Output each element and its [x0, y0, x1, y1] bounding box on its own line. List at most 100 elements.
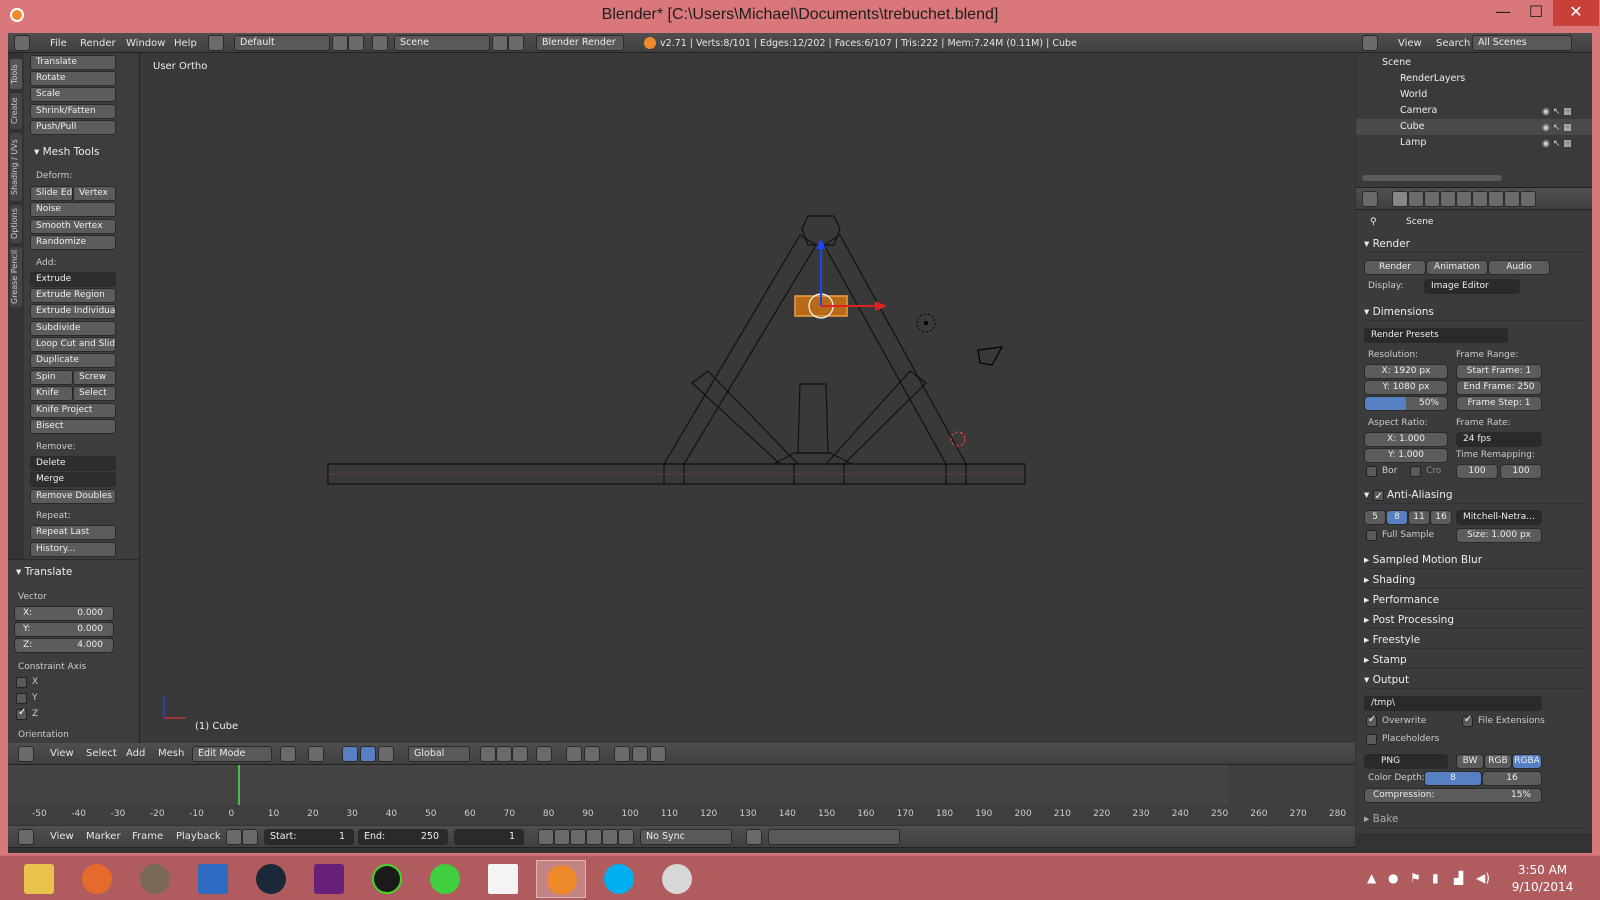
display-dropdown[interactable]: Image Editor	[1424, 279, 1520, 294]
vertex-slide-button[interactable]: Vertex	[73, 186, 116, 201]
eye-icon[interactable]: ◉ ↖ ▦	[1542, 123, 1572, 133]
tray-up-icon[interactable]: ▲	[1367, 871, 1376, 885]
depth-16-button[interactable]: 16	[1482, 771, 1542, 786]
rotate-manipulator-icon[interactable]	[378, 746, 394, 762]
layout-field[interactable]: Default	[234, 35, 330, 51]
full-sample-checkbox[interactable]	[1366, 530, 1377, 541]
firefox-icon[interactable]	[72, 860, 122, 898]
orientation-dropdown[interactable]: Global	[408, 746, 470, 762]
output-header[interactable]: ▾ Output	[1364, 671, 1584, 689]
knife-project-button[interactable]: Knife Project	[30, 403, 116, 418]
menu-select[interactable]: Select	[86, 748, 117, 759]
fps-dropdown[interactable]: 24 fps	[1456, 432, 1542, 447]
extrude-dropdown[interactable]: Extrude	[30, 272, 116, 287]
res-x-field[interactable]: X: 1920 px	[1364, 364, 1448, 379]
clock[interactable]: 3:50 AM 9/10/2014	[1500, 862, 1585, 896]
maximize-button[interactable]: ☐	[1519, 0, 1553, 26]
next-key-icon[interactable]	[602, 829, 618, 845]
pin-icon[interactable]: ⚲	[1370, 217, 1377, 227]
jump-end-icon[interactable]	[618, 829, 634, 845]
render-layers-tab-icon[interactable]	[1408, 191, 1424, 207]
current-frame-field[interactable]: 1	[454, 829, 524, 845]
file-explorer-icon[interactable]	[14, 860, 64, 898]
data-tab-icon[interactable]	[1488, 191, 1504, 207]
history-button[interactable]: History...	[30, 542, 116, 557]
operator-header[interactable]: ▾ Translate	[16, 566, 72, 578]
remap-old-field[interactable]: 100	[1456, 464, 1498, 479]
power-icon[interactable]: ▮	[1432, 871, 1439, 885]
rgba-button[interactable]: RGBA	[1512, 754, 1542, 769]
remove-doubles-button[interactable]: Remove Doubles	[30, 489, 116, 504]
menu-mesh[interactable]: Mesh	[158, 748, 184, 759]
res-y-field[interactable]: Y: 1080 px	[1364, 380, 1448, 395]
overwrite-checkbox[interactable]	[1366, 714, 1377, 727]
vertex-select-icon[interactable]	[480, 746, 496, 762]
render-anim-icon[interactable]	[632, 746, 648, 762]
render-tab-icon[interactable]	[1392, 191, 1408, 207]
world-tab-icon[interactable]	[1440, 191, 1456, 207]
render-engine-dropdown[interactable]: Blender Render	[536, 35, 624, 51]
info-editor-icon[interactable]	[14, 35, 30, 51]
vector-z-field[interactable]: Z: 4.000	[14, 638, 114, 653]
menu-file[interactable]: File	[50, 38, 67, 49]
jump-start-icon[interactable]	[538, 829, 554, 845]
snap-icon[interactable]	[566, 746, 582, 762]
spin-button[interactable]: Spin	[30, 370, 73, 385]
tab-create[interactable]: Create	[10, 93, 22, 129]
repeat-last-button[interactable]: Repeat Last	[30, 525, 116, 540]
menu-frame[interactable]: Frame	[132, 831, 163, 842]
menu-marker[interactable]: Marker	[86, 831, 121, 842]
play-icon[interactable]	[586, 829, 602, 845]
tab-options[interactable]: Options	[10, 205, 22, 243]
remove-scene-icon[interactable]	[508, 35, 524, 51]
layout-icon[interactable]	[208, 35, 224, 51]
render-panel-header[interactable]: ▾ Render	[1364, 235, 1584, 253]
playhead[interactable]	[238, 765, 240, 805]
outliner-scrollbar[interactable]	[1362, 175, 1502, 181]
play-reverse-icon[interactable]	[570, 829, 586, 845]
filter-size-field[interactable]: Size: 1.000 px	[1456, 528, 1542, 543]
scene-tab-icon[interactable]	[1424, 191, 1440, 207]
freestyle-header[interactable]: ▸ Freestyle	[1364, 631, 1584, 649]
aa-sample-5[interactable]: 5	[1364, 510, 1386, 525]
cloud-icon[interactable]	[420, 860, 470, 898]
shading-header[interactable]: ▸ Shading	[1364, 571, 1584, 589]
animation-button[interactable]: Animation	[1426, 260, 1488, 275]
loop-cut-button[interactable]: Loop Cut and Slide	[30, 337, 116, 352]
editor-type-icon[interactable]	[18, 746, 34, 762]
paint-icon[interactable]	[652, 860, 702, 898]
compression-slider[interactable]: Compression: 15%	[1364, 788, 1542, 803]
outliner-world[interactable]: World	[1356, 87, 1592, 103]
bake-header[interactable]: ▸ Bake	[1364, 810, 1584, 828]
constraint-y-checkbox[interactable]	[16, 693, 27, 704]
extrude-individual-button[interactable]: Extrude Individual	[30, 304, 116, 319]
scene-field[interactable]: Scene	[394, 35, 490, 51]
crop-checkbox[interactable]	[1410, 466, 1421, 477]
add-scene-icon[interactable]	[492, 35, 508, 51]
depth-8-button[interactable]: 8	[1424, 771, 1482, 786]
end-frame-field[interactable]: End: 250	[358, 829, 448, 845]
file-format-dropdown[interactable]: PNG	[1364, 754, 1448, 769]
sync-dropdown[interactable]: No Sync	[640, 829, 732, 845]
flag-icon[interactable]: ⚑	[1410, 871, 1421, 885]
volume-icon[interactable]: ◀)	[1476, 871, 1490, 885]
menu-window[interactable]: Window	[126, 38, 165, 49]
rotate-button[interactable]: Rotate	[30, 71, 116, 86]
render-icon[interactable]	[614, 746, 630, 762]
outliner-editor-icon[interactable]	[1362, 35, 1378, 51]
aa-checkbox[interactable]	[1372, 488, 1384, 506]
close-button[interactable]: ✕	[1553, 0, 1599, 26]
push-pull-button[interactable]: Push/Pull	[30, 120, 116, 135]
timeline-editor-icon[interactable]	[18, 829, 34, 845]
proportional-edit-icon[interactable]	[536, 746, 552, 762]
aspect-y-field[interactable]: Y: 1.000	[1364, 448, 1448, 463]
menu-add[interactable]: Add	[126, 748, 145, 759]
menu-timeline-view[interactable]: View	[50, 831, 74, 842]
rgb-button[interactable]: RGB	[1484, 754, 1512, 769]
audio-button[interactable]: Audio	[1488, 260, 1550, 275]
tab-tools[interactable]: Tools	[10, 59, 22, 89]
menu-help[interactable]: Help	[174, 38, 197, 49]
modifiers-tab-icon[interactable]	[1472, 191, 1488, 207]
vector-y-field[interactable]: Y: 0.000	[14, 622, 114, 637]
3d-viewport[interactable]: User Ortho (1) Cube	[140, 53, 1355, 743]
